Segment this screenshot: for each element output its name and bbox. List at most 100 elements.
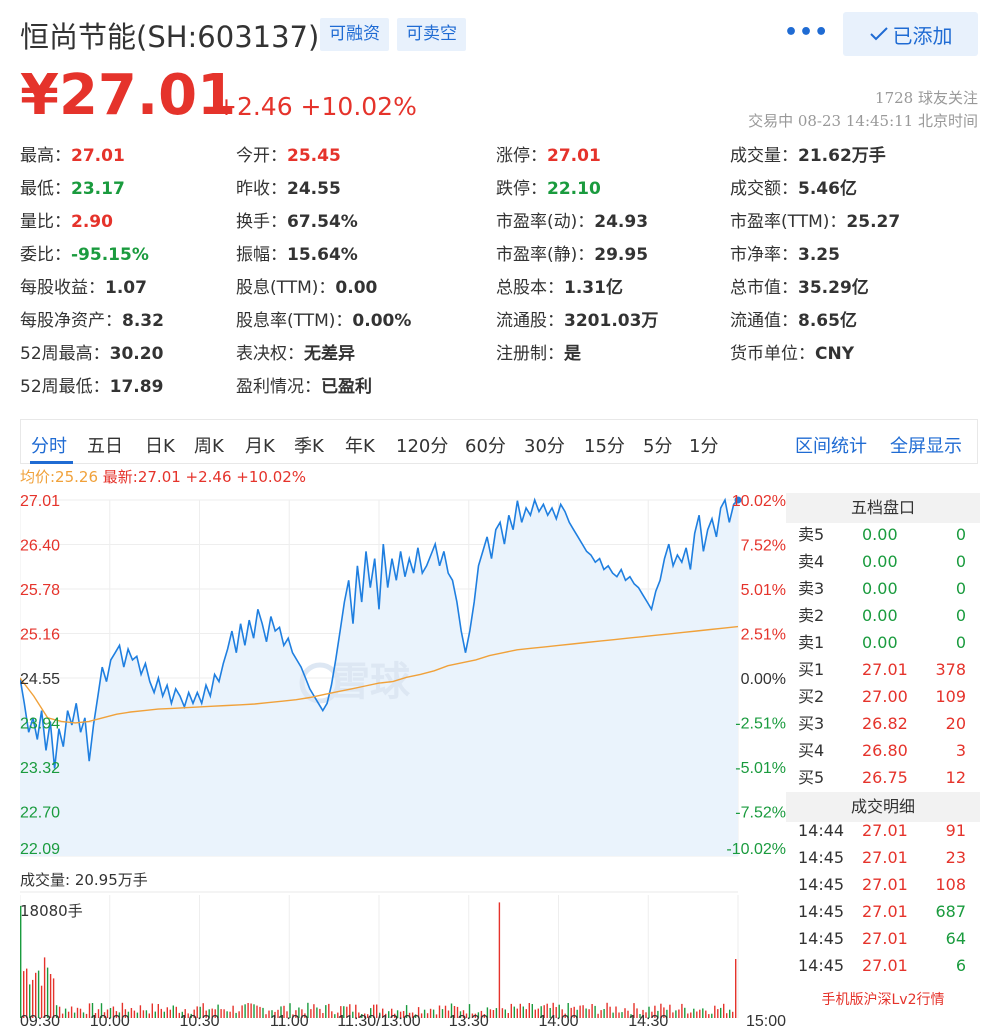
quote-cell: 股息率(TTM)：0.00% (236, 305, 411, 338)
asks-row: 卖3 0.00 0 (786, 575, 980, 602)
intraday-chart[interactable]: 雪球 27.01 26.40 25.78 25.16 24.55 23.94 23.32 22.… (20, 490, 786, 1026)
quote-value: -95.15% (71, 245, 149, 265)
x-tick: 15:00 (746, 1013, 786, 1026)
asks-label: 卖4 (798, 552, 825, 571)
tab-2[interactable]: 日K (145, 432, 175, 458)
volume-bar (513, 1006, 515, 1018)
tab-8[interactable]: 60分 (465, 432, 506, 458)
y-tick-right: -10.02% (726, 841, 786, 858)
volume-bar (35, 972, 37, 1018)
volume-bar (64, 1008, 67, 1018)
volume-bar (723, 1003, 725, 1018)
volume-bar (145, 1010, 148, 1018)
quote-cell: 市盈率(动)：24.93 (496, 206, 648, 239)
volume-bar (130, 1008, 133, 1018)
asks-label: 卖2 (798, 606, 825, 625)
bids-row: 买3 26.82 20 (786, 710, 980, 737)
x-tick: 11:30/13:00 (337, 1013, 420, 1026)
trade-time: 14:45 (798, 875, 845, 894)
volume-bar (708, 1014, 710, 1018)
volume-bar (441, 1009, 444, 1018)
bids-price: 26.82 (862, 714, 908, 733)
volume-bar (687, 1013, 689, 1018)
quote-label: 最高： (20, 146, 71, 166)
volume-bar (726, 1013, 728, 1018)
tab-1[interactable]: 五日 (87, 432, 123, 458)
order-book-title: 五档盘口 (786, 493, 980, 523)
quote-cell: 盈利情况：已盈利 (236, 371, 372, 404)
tab-10[interactable]: 15分 (584, 432, 625, 458)
volume-bar (678, 1009, 680, 1018)
avg-price-legend: 均价:25.26 (20, 468, 98, 486)
bids-vol: 20 (945, 714, 966, 733)
tab-9[interactable]: 30分 (524, 432, 565, 458)
range-stats-button[interactable]: 区间统计 (795, 432, 867, 458)
volume-bar (334, 1014, 336, 1018)
volume-bar (705, 1010, 707, 1018)
tab-4[interactable]: 月K (245, 432, 275, 458)
current-price: ¥27.01 (20, 63, 237, 128)
y-tick-right: 5.01% (741, 582, 786, 599)
volume-bar (160, 1008, 162, 1018)
added-watchlist-button[interactable]: 已添加 (843, 12, 978, 56)
y-tick-right: -2.51% (735, 716, 786, 733)
volume-bar (429, 1008, 432, 1018)
tab-0[interactable]: 分时 (31, 432, 67, 458)
quote-cell: 总股本：1.31亿 (496, 272, 623, 305)
y-tick-left: 25.16 (20, 627, 60, 644)
tab-6[interactable]: 年K (345, 432, 375, 458)
quote-label: 货币单位： (730, 344, 815, 364)
quote-label: 股息(TTM)： (236, 278, 336, 298)
quote-cell: 今开：25.45 (236, 140, 341, 173)
trade-price: 27.01 (862, 821, 908, 840)
tab-11[interactable]: 5分 (643, 432, 672, 458)
volume-bar (588, 1009, 590, 1018)
trade-vol: 91 (945, 821, 966, 840)
volume-bar (594, 1005, 596, 1018)
quote-value: 67.54% (287, 212, 358, 232)
asks-row: 卖5 0.00 0 (786, 521, 980, 548)
volume-bar (319, 1008, 321, 1018)
short-tag[interactable]: 可卖空 (397, 18, 466, 51)
asks-label: 卖1 (798, 633, 825, 652)
volume-bar (23, 971, 25, 1018)
volume-bar (82, 1012, 85, 1018)
bids-price: 26.80 (862, 741, 908, 760)
trade-row: 14:45 27.01 687 (786, 898, 980, 925)
volume-bar (600, 1010, 602, 1018)
tab-3[interactable]: 周K (194, 432, 224, 458)
quote-value: 22.10 (547, 179, 601, 199)
volume-bar (226, 1011, 228, 1018)
more-menu-button[interactable]: ••• (784, 20, 829, 45)
volume-bar (609, 1006, 611, 1018)
asks-row: 卖4 0.00 0 (786, 548, 980, 575)
volume-bar (250, 1003, 252, 1018)
margin-tag[interactable]: 可融资 (320, 18, 389, 51)
tab-12[interactable]: 1分 (689, 432, 718, 458)
volume-bar (79, 1008, 82, 1018)
quote-value: 29.95 (594, 245, 649, 265)
volume-bar (711, 1013, 713, 1018)
volume-bar (438, 1005, 441, 1018)
quote-cell: 市净率：3.25 (730, 239, 840, 272)
trade-row: 14:44 27.01 91 (786, 817, 980, 844)
lv2-quote-link[interactable]: 手机版沪深Lv2行情 (786, 989, 980, 1009)
volume-bar (142, 1010, 145, 1018)
volume-bar (618, 1012, 620, 1018)
quote-value: 2.90 (71, 212, 113, 232)
trade-time: 14:45 (798, 956, 845, 975)
quote-value: 30.20 (109, 344, 164, 364)
y-tick-left: 24.55 (20, 671, 60, 688)
volume-bar (136, 1012, 139, 1018)
quote-label: 盈利情况： (236, 377, 321, 397)
tab-7[interactable]: 120分 (396, 432, 448, 458)
volume-bar (525, 1009, 527, 1018)
watermark: 雪球 (330, 659, 411, 705)
followers-count[interactable]: 1728 球友关注 (875, 87, 978, 108)
quote-cell: 每股收益：1.07 (20, 272, 147, 305)
tab-5[interactable]: 季K (294, 432, 324, 458)
volume-bar (732, 1011, 734, 1018)
trade-price: 27.01 (862, 875, 908, 894)
fullscreen-button[interactable]: 全屏显示 (890, 432, 962, 458)
quote-cell: 52周最低：17.89 (20, 371, 163, 404)
